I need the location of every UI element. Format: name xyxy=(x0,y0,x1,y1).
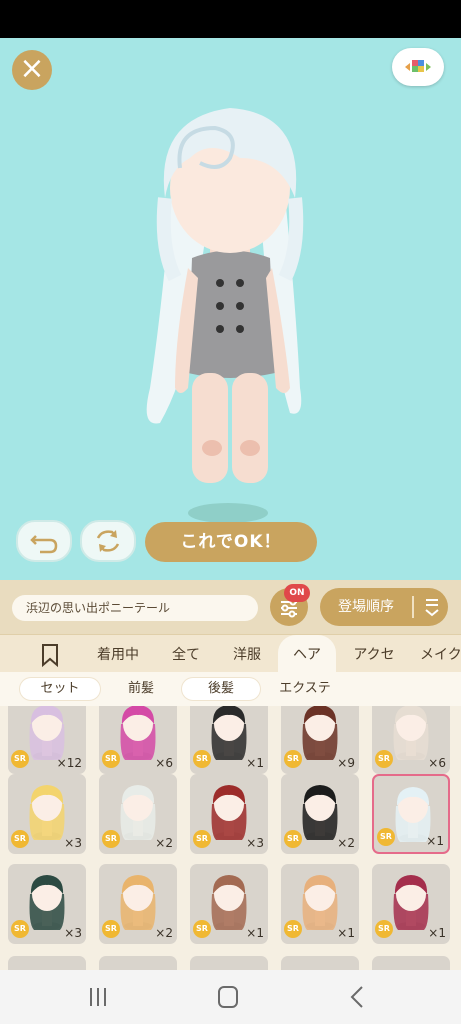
hair-item-grid: SR ×12 SR ×6 SR ×1 SR ×9 SR ×6 SR ×3 SR ×2 SR ×3 SR ×2 SR ×… xyxy=(0,706,461,970)
item-count: ×3 xyxy=(64,926,82,940)
item-count: ×6 xyxy=(155,756,173,770)
rotate-button[interactable] xyxy=(80,520,136,562)
confirm-ok-button[interactable]: これでOK！ xyxy=(145,522,317,562)
view-toggle-button[interactable] xyxy=(392,48,444,86)
item-count: ×9 xyxy=(337,756,355,770)
hair-item-tile[interactable]: SR ×1 xyxy=(372,864,450,944)
rarity-badge: SR xyxy=(377,828,395,846)
item-count: ×2 xyxy=(155,836,173,850)
item-count: ×2 xyxy=(337,836,355,850)
hair-item-tile[interactable]: SR ×1 xyxy=(190,864,268,944)
hair-item-tile[interactable]: SR ×2 xyxy=(99,864,177,944)
rarity-badge: SR xyxy=(11,750,29,768)
item-count: ×6 xyxy=(428,756,446,770)
hair-subtabs: セット 前髪 後髪 エクステ xyxy=(0,672,461,706)
hair-item-tile[interactable] xyxy=(99,956,177,970)
rotate-icon xyxy=(96,530,120,552)
item-count: ×1 xyxy=(428,926,446,940)
hair-item-tile[interactable]: SR ×1 xyxy=(281,864,359,944)
selected-item-name: 浜辺の思い出ポニーテール xyxy=(12,595,258,621)
tab-wearing[interactable]: 着用中 xyxy=(88,635,148,673)
rarity-badge: SR xyxy=(284,750,302,768)
rarity-badge: SR xyxy=(284,920,302,938)
character-stage: × これでOK！ xyxy=(0,38,461,580)
rarity-badge: SR xyxy=(102,830,120,848)
subtab-bangs[interactable]: 前髪 xyxy=(110,678,172,700)
hair-item-tile[interactable]: SR ×12 xyxy=(8,706,86,774)
undo-icon xyxy=(30,535,58,554)
back-icon xyxy=(350,986,363,1008)
rarity-badge: SR xyxy=(102,750,120,768)
item-count: ×1 xyxy=(246,926,264,940)
subtab-back-hair[interactable]: 後髪 xyxy=(182,678,260,700)
recent-apps-button[interactable] xyxy=(78,980,118,1014)
hair-item-tile[interactable]: SR ×3 xyxy=(190,774,268,854)
tab-makeup[interactable]: メイク xyxy=(420,635,461,673)
subtab-set[interactable]: セット xyxy=(20,678,100,700)
item-count: ×12 xyxy=(56,756,82,770)
item-count: ×3 xyxy=(64,836,82,850)
hair-item-tile[interactable] xyxy=(8,956,86,970)
rarity-badge: SR xyxy=(193,920,211,938)
tab-accessories[interactable]: アクセ xyxy=(342,635,406,673)
hair-item-tile[interactable]: SR ×6 xyxy=(99,706,177,774)
rarity-badge: SR xyxy=(11,830,29,848)
avatar-character xyxy=(146,108,304,523)
rarity-badge: SR xyxy=(375,750,393,768)
hair-item-tile[interactable] xyxy=(372,956,450,970)
hair-item-tile[interactable]: SR ×3 xyxy=(8,864,86,944)
item-count: ×2 xyxy=(155,926,173,940)
tab-hair[interactable]: ヘア xyxy=(278,635,336,673)
hair-item-tile[interactable] xyxy=(190,956,268,970)
tab-clothes[interactable]: 洋服 xyxy=(220,635,274,673)
bookmark-icon xyxy=(42,644,58,668)
item-count: ×1 xyxy=(246,756,264,770)
sort-order-button[interactable]: 登場順序 xyxy=(320,588,448,626)
category-tabs: 着用中 全て 洋服 ヘア アクセ メイク xyxy=(0,634,461,673)
sort-label: 登場順序 xyxy=(338,599,394,615)
rarity-badge: SR xyxy=(193,830,211,848)
home-button[interactable] xyxy=(208,980,248,1014)
recent-apps-icon xyxy=(90,988,106,1006)
hair-item-tile[interactable]: SR ×2 xyxy=(281,774,359,854)
item-count: ×1 xyxy=(337,926,355,940)
status-bar xyxy=(0,0,461,38)
rarity-badge: SR xyxy=(11,920,29,938)
home-icon xyxy=(218,986,238,1008)
close-button[interactable]: × xyxy=(12,50,52,90)
rarity-badge: SR xyxy=(193,750,211,768)
tab-bookmark[interactable] xyxy=(32,635,68,673)
sort-icon xyxy=(425,599,439,617)
rarity-badge: SR xyxy=(284,830,302,848)
subtab-extensions[interactable]: エクステ xyxy=(268,678,342,700)
item-count: ×1 xyxy=(426,834,444,848)
item-count: ×3 xyxy=(246,836,264,850)
sort-divider xyxy=(412,596,414,618)
hair-item-tile[interactable]: SR ×1 xyxy=(372,774,450,854)
system-nav-bar xyxy=(0,970,461,1024)
rarity-badge: SR xyxy=(375,920,393,938)
back-button[interactable] xyxy=(338,980,378,1014)
hair-item-tile[interactable]: SR ×1 xyxy=(190,706,268,774)
hair-item-tile[interactable]: SR ×3 xyxy=(8,774,86,854)
hair-item-tile[interactable] xyxy=(281,956,359,970)
camera-cube-icon xyxy=(405,60,431,72)
close-icon: × xyxy=(19,51,45,86)
hair-item-tile[interactable]: SR ×2 xyxy=(99,774,177,854)
tab-all[interactable]: 全て xyxy=(160,635,212,673)
item-toolbar: 浜辺の思い出ポニーテール ON 登場順序 xyxy=(0,580,461,634)
hair-item-tile[interactable]: SR ×6 xyxy=(372,706,450,774)
filter-on-badge: ON xyxy=(284,584,310,602)
undo-button[interactable] xyxy=(16,520,72,562)
hair-item-tile[interactable]: SR ×9 xyxy=(281,706,359,774)
rarity-badge: SR xyxy=(102,920,120,938)
